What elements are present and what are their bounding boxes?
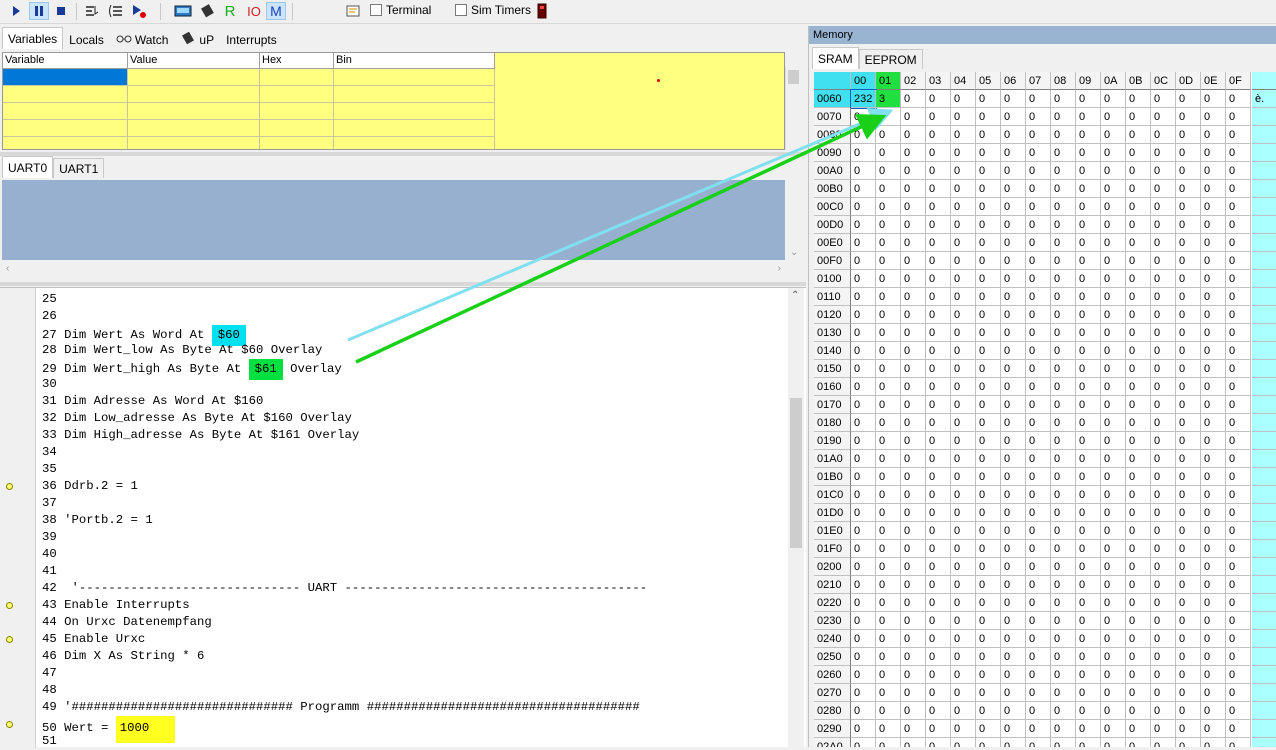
arrow-cyan	[347, 107, 894, 342]
annotation-arrows	[347, 107, 894, 364]
arrow-green	[355, 114, 887, 364]
